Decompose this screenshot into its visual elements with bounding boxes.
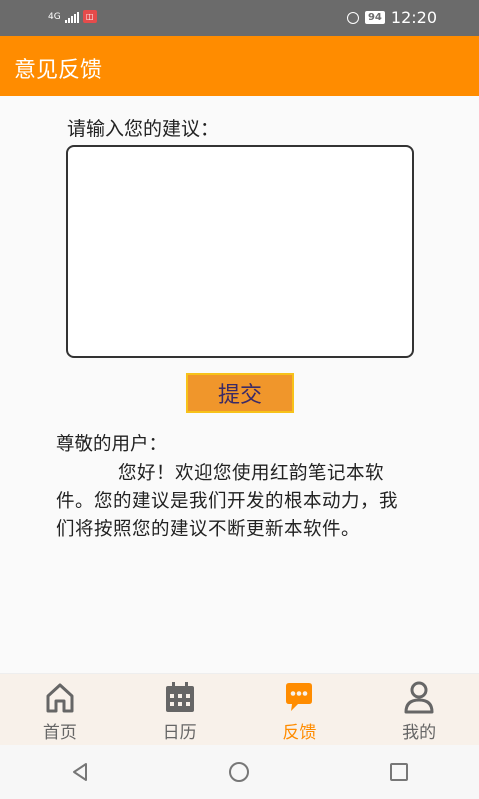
tab-home[interactable]: 首页 <box>0 674 120 746</box>
battery-indicator: 94 <box>364 11 385 24</box>
app-bar: 意见反馈 <box>0 36 479 96</box>
network-type: 4G <box>48 11 61 22</box>
letter-body: 您好！欢迎您使用红韵笔记本软件。您的建议是我们开发的根本动力，我们将按照您的建议… <box>56 463 399 540</box>
recents-square-icon <box>390 763 409 781</box>
home-circle-icon <box>229 762 250 782</box>
submit-button[interactable]: 提交 <box>186 373 294 413</box>
clock: 12:20 <box>390 8 437 27</box>
recents-button[interactable] <box>369 752 429 792</box>
feedback-prompt: 请输入您的建议： <box>67 118 220 140</box>
bottom-tab-bar: 首页 日历 反馈 我的 <box>0 673 479 746</box>
calendar-icon <box>165 682 194 712</box>
tab-calendar[interactable]: 日历 <box>120 674 240 746</box>
tab-feedback[interactable]: 反馈 <box>240 674 360 746</box>
page-title: 意见反馈 <box>14 58 103 83</box>
notification-app-icon: ◫ <box>82 10 97 23</box>
tab-profile[interactable]: 我的 <box>359 674 479 746</box>
person-icon <box>404 681 434 714</box>
status-bar: 4G ◫ 94 12:20 <box>0 0 479 36</box>
status-right: 94 12:20 <box>346 8 437 27</box>
feedback-input[interactable] <box>66 145 414 358</box>
tab-profile-label: 我的 <box>402 723 437 743</box>
status-left: 4G ◫ <box>48 10 97 23</box>
alarm-icon <box>346 11 359 24</box>
signal-icon <box>64 11 79 23</box>
home-nav-button[interactable] <box>209 752 269 792</box>
letter-greeting: 尊敬的用户： <box>56 434 168 455</box>
user-letter: 尊敬的用户： 您好！欢迎您使用红韵笔记本软件。您的建议是我们开发的根本动力，我们… <box>56 431 416 544</box>
tab-feedback-label: 反馈 <box>282 723 317 743</box>
tab-calendar-label: 日历 <box>162 723 197 743</box>
home-icon <box>46 683 74 713</box>
back-triangle-icon <box>72 763 87 781</box>
back-button[interactable] <box>50 752 110 792</box>
chat-bubble-icon <box>286 683 313 711</box>
system-nav-bar <box>0 745 479 799</box>
tab-home-label: 首页 <box>42 723 77 743</box>
